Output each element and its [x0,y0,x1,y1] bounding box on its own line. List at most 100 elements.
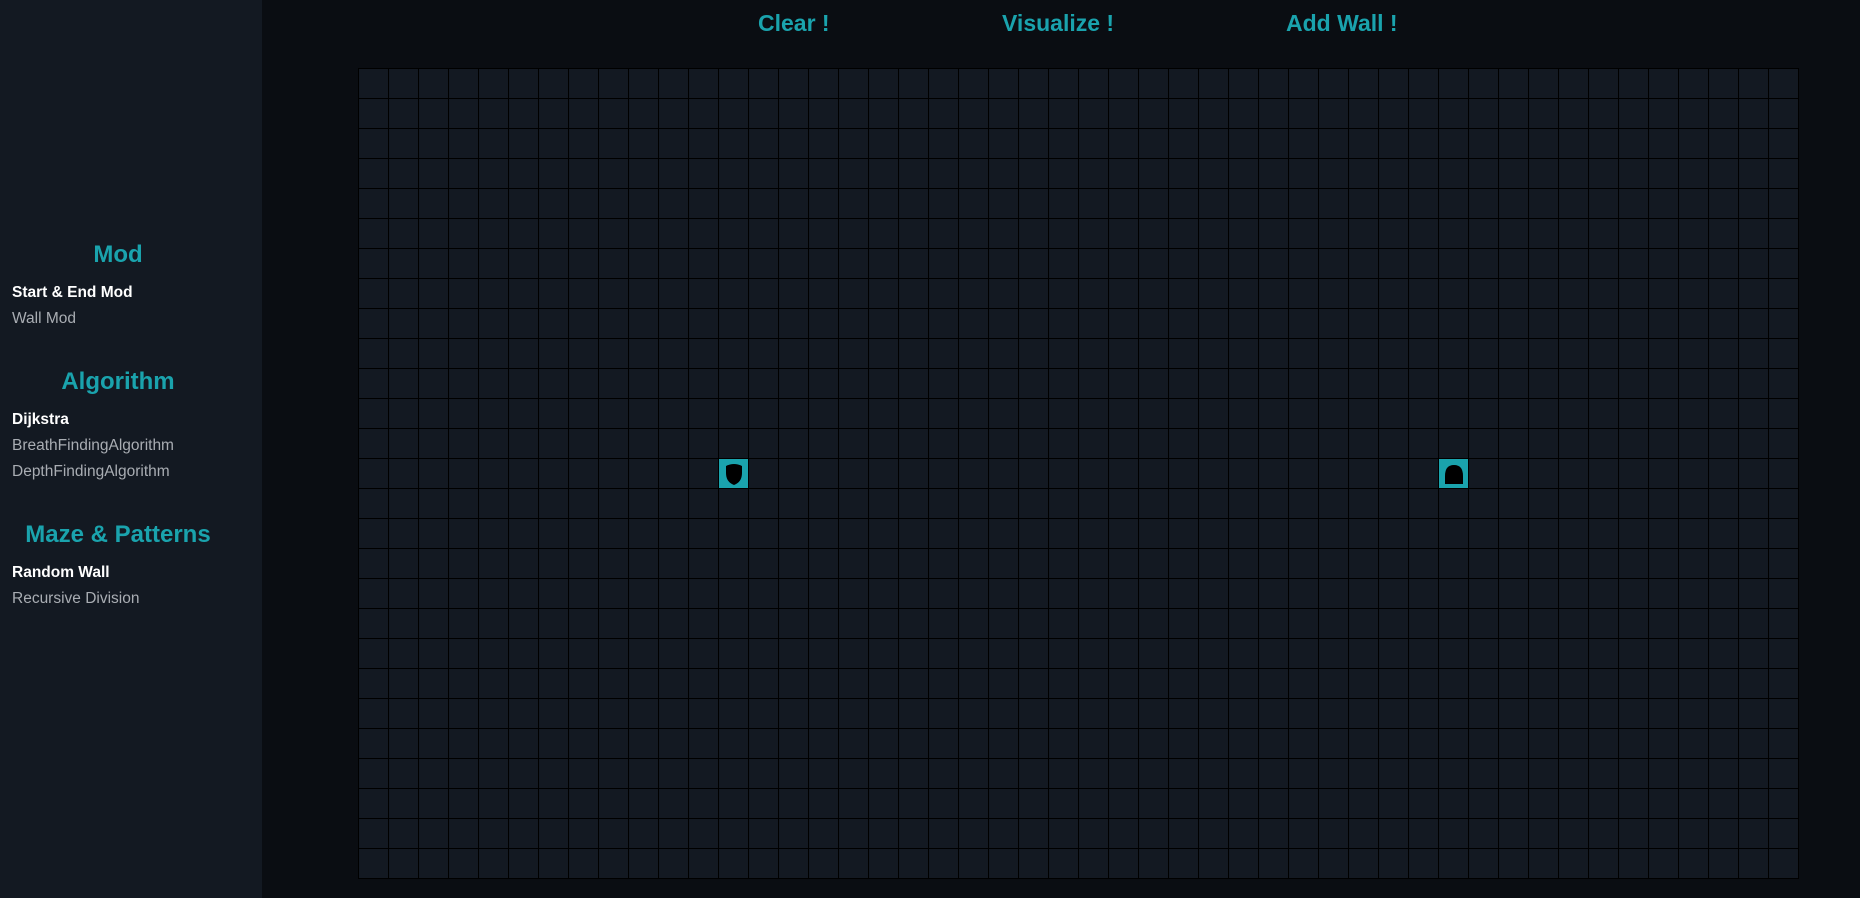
grid-cell[interactable] [1079,819,1109,849]
grid-cell[interactable] [1499,339,1529,369]
grid-cell[interactable] [1649,639,1679,669]
grid-cell[interactable] [1019,249,1049,279]
grid-cell[interactable] [569,819,599,849]
grid-cell[interactable] [449,339,479,369]
grid-cell[interactable] [1199,699,1229,729]
grid-cell[interactable] [1319,759,1349,789]
grid-cell[interactable] [1049,519,1079,549]
grid-cell[interactable] [389,399,419,429]
grid-cell[interactable] [419,759,449,789]
grid-cell[interactable] [1169,549,1199,579]
grid-cell[interactable] [749,579,779,609]
grid-cell[interactable] [1679,639,1709,669]
grid-cell[interactable] [719,759,749,789]
grid-cell[interactable] [809,399,839,429]
grid-cell[interactable] [899,69,929,99]
grid-cell[interactable] [359,309,389,339]
grid-cell[interactable] [1739,249,1769,279]
grid-cell[interactable] [1559,639,1589,669]
grid-cell[interactable] [449,309,479,339]
grid-cell[interactable] [569,99,599,129]
grid-cell[interactable] [419,849,449,879]
grid-cell[interactable] [1769,429,1799,459]
grid-cell[interactable] [869,609,899,639]
grid-cell[interactable] [1679,189,1709,219]
grid-cell[interactable] [1769,309,1799,339]
grid-cell[interactable] [1769,489,1799,519]
grid-cell[interactable] [959,69,989,99]
grid-cell[interactable] [569,699,599,729]
grid-cell[interactable] [1589,69,1619,99]
grid-cell[interactable] [1619,639,1649,669]
grid-cell[interactable] [1649,429,1679,459]
grid-cell[interactable] [1079,669,1109,699]
grid-cell[interactable] [479,669,509,699]
grid-cell[interactable] [1259,639,1289,669]
grid-cell[interactable] [1769,459,1799,489]
grid-cell[interactable] [1439,819,1469,849]
grid-cell[interactable] [749,189,779,219]
grid-cell[interactable] [1589,729,1619,759]
grid-cell[interactable] [1709,219,1739,249]
grid-cell[interactable] [1289,99,1319,129]
grid-cell[interactable] [1439,279,1469,309]
grid-cell[interactable] [809,129,839,159]
grid-cell[interactable] [1559,219,1589,249]
grid-cell[interactable] [1499,369,1529,399]
grid-cell[interactable] [1079,129,1109,159]
grid-cell[interactable] [869,459,899,489]
grid-cell[interactable] [1529,279,1559,309]
grid-cell[interactable] [1049,399,1079,429]
grid-cell[interactable] [1109,729,1139,759]
grid-cell[interactable] [749,309,779,339]
grid-cell[interactable] [869,759,899,789]
grid-cell[interactable] [539,309,569,339]
grid-cell[interactable] [1109,219,1139,249]
grid-cell[interactable] [779,309,809,339]
grid-cell[interactable] [1769,219,1799,249]
grid-cell[interactable] [389,159,419,189]
grid-cell[interactable] [449,789,479,819]
grid-cell[interactable] [1529,129,1559,159]
grid-cell[interactable] [1109,249,1139,279]
grid-cell[interactable] [1679,249,1709,279]
grid-cell[interactable] [809,669,839,699]
grid-cell[interactable] [629,549,659,579]
grid-cell[interactable] [1769,789,1799,819]
grid-cell[interactable] [419,249,449,279]
grid-cell[interactable] [539,729,569,759]
grid-cell[interactable] [1499,609,1529,639]
grid-cell[interactable] [1199,729,1229,759]
grid-cell[interactable] [599,189,629,219]
grid-cell[interactable] [1619,699,1649,729]
grid-cell[interactable] [719,639,749,669]
grid-cell[interactable] [1439,849,1469,879]
grid-cell[interactable] [1229,399,1259,429]
grid-cell[interactable] [1739,339,1769,369]
grid-cell[interactable] [1019,189,1049,219]
grid-cell[interactable] [1709,369,1739,399]
grid-cell[interactable] [1499,579,1529,609]
grid-cell[interactable] [659,189,689,219]
grid-cell[interactable] [1079,699,1109,729]
grid-cell[interactable] [779,129,809,159]
grid-cell[interactable] [1499,129,1529,159]
grid-cell[interactable] [989,489,1019,519]
grid-cell[interactable] [1409,759,1439,789]
grid-cell[interactable] [389,219,419,249]
grid-cell[interactable] [839,219,869,249]
grid-cell[interactable] [1769,159,1799,189]
grid-cell[interactable] [1109,429,1139,459]
grid-cell[interactable] [1319,849,1349,879]
grid-cell[interactable] [599,249,629,279]
grid-cell[interactable] [809,159,839,189]
grid-cell[interactable] [719,249,749,279]
grid-cell[interactable] [419,369,449,399]
grid-cell[interactable] [1709,459,1739,489]
grid-cell[interactable] [1139,339,1169,369]
grid-cell[interactable] [1709,759,1739,789]
grid-cell[interactable] [1199,429,1229,459]
grid-cell[interactable] [1769,639,1799,669]
grid-cell[interactable] [1619,99,1649,129]
grid-cell[interactable] [509,699,539,729]
